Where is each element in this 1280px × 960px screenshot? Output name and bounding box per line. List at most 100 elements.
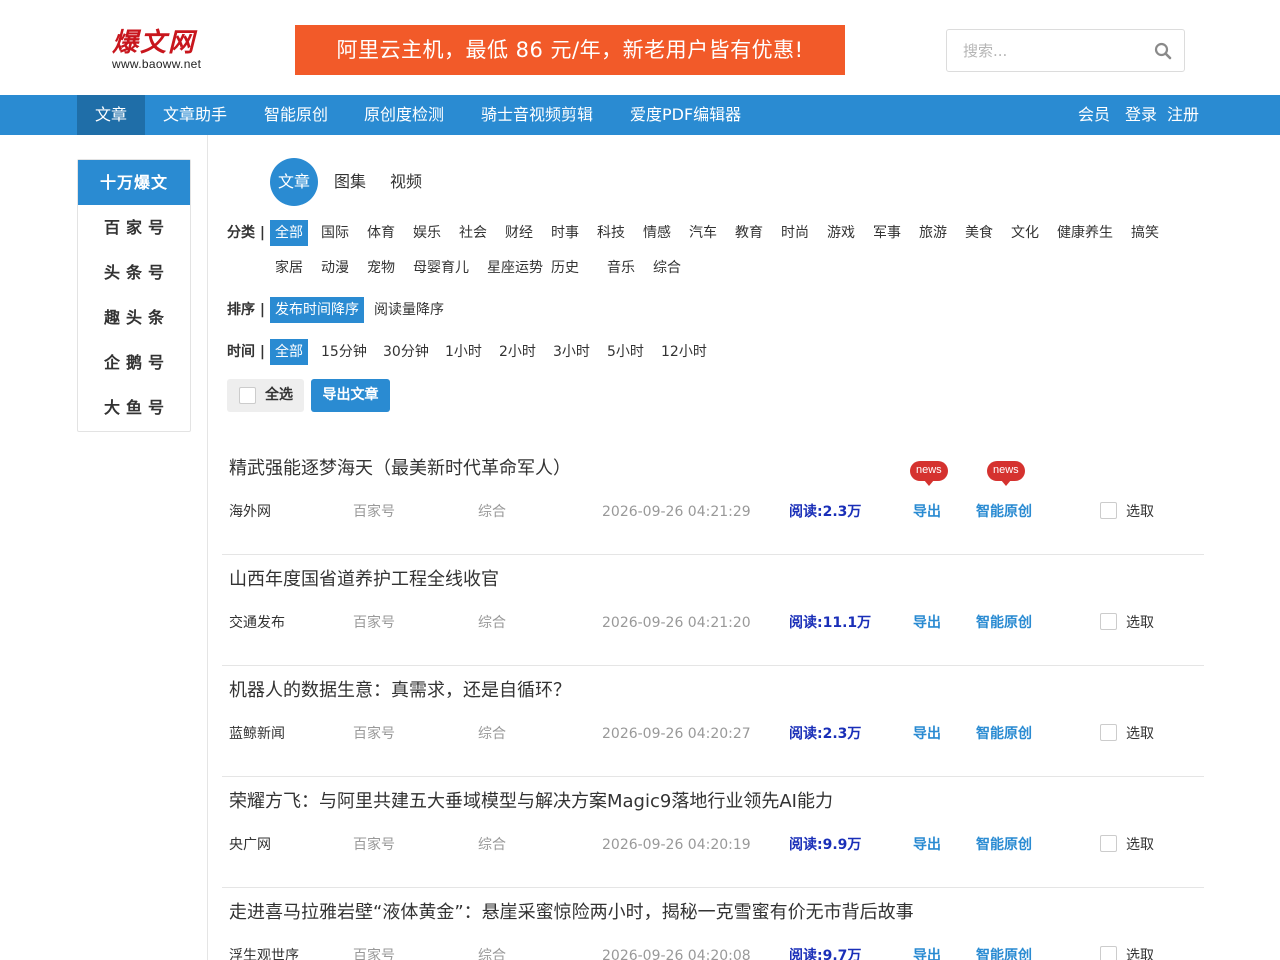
sidebar-item-qutoutiao[interactable]: 趣头条 bbox=[78, 295, 190, 340]
article-category: 综合 bbox=[478, 504, 506, 520]
category-chip[interactable]: 时尚 bbox=[776, 220, 814, 246]
article-title[interactable]: 机器人的数据生意：真需求，还是自循环？ bbox=[229, 678, 571, 704]
nav-item-originality-check[interactable]: 原创度检测 bbox=[346, 95, 462, 135]
category-chip[interactable]: 历史 bbox=[546, 255, 584, 281]
nav-item-video-editor[interactable]: 骑士音视频剪辑 bbox=[463, 95, 611, 135]
category-chip[interactable]: 时事 bbox=[546, 220, 584, 246]
nav-item-article-assistant[interactable]: 文章助手 bbox=[145, 95, 245, 135]
article-export-link[interactable]: 导出 bbox=[913, 946, 941, 960]
article-smart-original-link[interactable]: 智能原创 bbox=[976, 724, 1032, 744]
time-chip[interactable]: 全部 bbox=[270, 339, 308, 365]
article-title[interactable]: 荣耀方飞：与阿里共建五大垂域模型与解决方案Magic9落地行业领先AI能力 bbox=[229, 789, 833, 815]
category-chip[interactable]: 动漫 bbox=[316, 255, 354, 281]
sidebar-item-baijiahao[interactable]: 百家号 bbox=[78, 205, 190, 250]
article-select-checkbox[interactable] bbox=[1100, 724, 1117, 741]
category-chip[interactable]: 健康养生 bbox=[1052, 220, 1118, 246]
time-chip[interactable]: 12小时 bbox=[656, 339, 712, 365]
site-logo[interactable]: 爆文网 www.baoww.net bbox=[112, 28, 222, 72]
nav-item-article[interactable]: 文章 bbox=[77, 95, 146, 135]
article-export-link[interactable]: 导出 bbox=[913, 724, 941, 744]
article-row: 机器人的数据生意：真需求，还是自循环？ 蓝鲸新闻 百家号 综合 2026-09-26 0… bbox=[222, 666, 1204, 777]
category-chip[interactable]: 财经 bbox=[500, 220, 538, 246]
category-chip[interactable]: 游戏 bbox=[822, 220, 860, 246]
article-export-link[interactable]: 导出 bbox=[913, 502, 941, 522]
news-badge: news bbox=[910, 461, 948, 486]
tab-article[interactable]: 文章 bbox=[270, 158, 318, 206]
article-export-link[interactable]: 导出 bbox=[913, 835, 941, 855]
select-all-checkbox[interactable] bbox=[239, 387, 256, 404]
category-chip[interactable]: 情感 bbox=[638, 220, 676, 246]
nav-item-smart-original[interactable]: 智能原创 bbox=[246, 95, 346, 135]
article-platform: 百家号 bbox=[353, 615, 395, 631]
category-chip[interactable]: 社会 bbox=[454, 220, 492, 246]
category-chip[interactable]: 国际 bbox=[316, 220, 354, 246]
article-category: 综合 bbox=[478, 726, 506, 742]
sidebar-item-toutiao[interactable]: 头条号 bbox=[78, 250, 190, 295]
export-articles-button[interactable]: 导出文章 bbox=[311, 379, 390, 412]
article-select-label: 选取 bbox=[1126, 615, 1154, 631]
category-chip[interactable]: 星座运势 bbox=[482, 255, 548, 281]
tab-gallery[interactable]: 图集 bbox=[334, 158, 366, 206]
category-chip[interactable]: 全部 bbox=[270, 220, 308, 246]
platform-sidebar: 十万爆文 百家号 头条号 趣头条 企鹅号 大鱼号 bbox=[77, 159, 191, 432]
article-platform: 百家号 bbox=[353, 504, 395, 520]
time-chip[interactable]: 30分钟 bbox=[378, 339, 434, 365]
time-chip[interactable]: 1小时 bbox=[440, 339, 487, 365]
category-chip[interactable]: 汽车 bbox=[684, 220, 722, 246]
article-row: 走进喜马拉雅岩壁“液体黄金”：悬崖采蜜惊险两小时，揭秘一克雪蜜有价无市背后故事浮… bbox=[222, 888, 1204, 960]
article-title[interactable]: 走进喜马拉雅岩壁“液体黄金”：悬崖采蜜惊险两小时，揭秘一克雪蜜有价无市背后故事 bbox=[229, 900, 914, 926]
ad-banner[interactable]: 阿里云主机，最低 86 元/年，新老用户皆有优惠! bbox=[295, 25, 845, 75]
article-platform: 百家号 bbox=[353, 837, 395, 853]
category-chip[interactable]: 旅游 bbox=[914, 220, 952, 246]
nav-item-pdf-editor[interactable]: 爱度PDF编辑器 bbox=[612, 95, 759, 135]
article-smart-original-link[interactable]: 智能原创 bbox=[976, 613, 1032, 633]
article-select-checkbox[interactable] bbox=[1100, 835, 1117, 852]
sidebar-item-qiehao[interactable]: 企鹅号 bbox=[78, 340, 190, 385]
time-chip[interactable]: 3小时 bbox=[548, 339, 595, 365]
category-chip[interactable]: 宠物 bbox=[362, 255, 400, 281]
category-chip[interactable]: 母婴育儿 bbox=[408, 255, 474, 281]
time-chip[interactable]: 5小时 bbox=[602, 339, 649, 365]
category-chip[interactable]: 家居 bbox=[270, 255, 308, 281]
article-reads: 阅读:9.9万 bbox=[789, 837, 862, 853]
category-chip[interactable]: 音乐 bbox=[602, 255, 640, 281]
search-input[interactable] bbox=[963, 40, 1143, 62]
article-time: 2026-09-26 04:21:29 bbox=[602, 504, 751, 520]
tab-video[interactable]: 视频 bbox=[390, 158, 422, 206]
sidebar-item-viral[interactable]: 十万爆文 bbox=[78, 160, 190, 205]
category-chip[interactable]: 娱乐 bbox=[408, 220, 446, 246]
article-source: 交通发布 bbox=[229, 615, 285, 631]
category-chip[interactable]: 体育 bbox=[362, 220, 400, 246]
search-icon[interactable] bbox=[1154, 42, 1172, 60]
article-platform: 百家号 bbox=[353, 726, 395, 742]
category-chip[interactable]: 军事 bbox=[868, 220, 906, 246]
article-select-checkbox[interactable] bbox=[1100, 946, 1117, 960]
article-select-checkbox[interactable] bbox=[1100, 613, 1117, 630]
article-time: 2026-09-26 04:21:20 bbox=[602, 615, 751, 631]
select-all-toggle[interactable]: 全选 bbox=[227, 379, 304, 412]
nav-member-link[interactable]: 会员 bbox=[1078, 95, 1110, 135]
time-chip[interactable]: 15分钟 bbox=[316, 339, 372, 365]
category-chip[interactable]: 科技 bbox=[592, 220, 630, 246]
article-reads: 阅读:2.3万 bbox=[789, 726, 862, 742]
category-chip[interactable]: 搞笑 bbox=[1126, 220, 1164, 246]
category-chip[interactable]: 美食 bbox=[960, 220, 998, 246]
time-chip[interactable]: 2小时 bbox=[494, 339, 541, 365]
sort-option-reads[interactable]: 阅读量降序 bbox=[369, 297, 449, 323]
category-chip[interactable]: 综合 bbox=[648, 255, 686, 281]
category-chip[interactable]: 教育 bbox=[730, 220, 768, 246]
article-smart-original-link[interactable]: 智能原创 bbox=[976, 502, 1032, 522]
nav-register-link[interactable]: 注册 bbox=[1167, 95, 1199, 135]
article-title[interactable]: 山西年度国省道养护工程全线收官 bbox=[229, 567, 499, 593]
article-title[interactable]: 精武强能逐梦海天（最美新时代革命军人） bbox=[229, 456, 571, 482]
article-smart-original-link[interactable]: 智能原创 bbox=[976, 835, 1032, 855]
article-export-link[interactable]: 导出 bbox=[913, 613, 941, 633]
nav-login-link[interactable]: 登录 bbox=[1125, 95, 1157, 135]
sidebar-item-dayuhao[interactable]: 大鱼号 bbox=[78, 385, 190, 430]
site-header: 爆文网 www.baoww.net 阿里云主机，最低 86 元/年，新老用户皆有… bbox=[0, 0, 1280, 95]
article-select-checkbox[interactable] bbox=[1100, 502, 1117, 519]
article-smart-original-link[interactable]: 智能原创 bbox=[976, 946, 1032, 960]
category-chip[interactable]: 文化 bbox=[1006, 220, 1044, 246]
sort-option-publish-time[interactable]: 发布时间降序 bbox=[270, 297, 364, 323]
article-select-label: 选取 bbox=[1126, 948, 1154, 960]
